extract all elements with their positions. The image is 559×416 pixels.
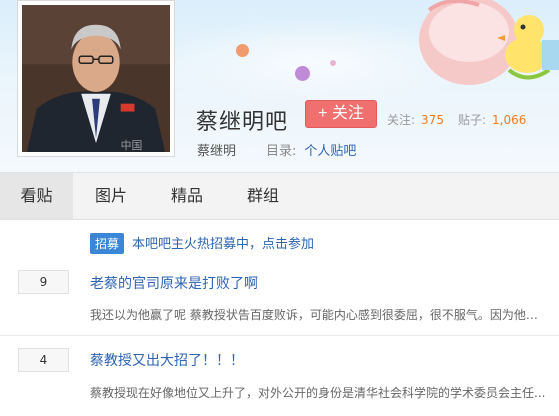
forum-stats: 关注: 375 贴子: 1,066 (387, 111, 540, 128)
thread-title[interactable]: 老蔡的官司原来是打败了啊 (90, 273, 258, 293)
directory-link[interactable]: 个人贴吧 (304, 144, 356, 159)
thread-divider (0, 335, 559, 336)
directory-label: 目录: (266, 144, 297, 159)
tab-groups[interactable]: 群组 (232, 173, 294, 219)
forum-nav: 看贴 图片 精品 群组 (0, 172, 559, 220)
banner-cartoon-icon (419, 0, 559, 85)
avatar-watermark: 中国 (121, 139, 143, 152)
forum-avatar[interactable]: 中国 (17, 0, 175, 157)
portrait-icon: 中国 (22, 5, 170, 152)
tab-images[interactable]: 图片 (80, 173, 142, 219)
forum-title: 蔡继明吧 (196, 110, 289, 135)
tab-featured[interactable]: 精品 (156, 173, 218, 219)
reply-count-badge: 4 (18, 348, 69, 372)
thread-abstract: 我还以为他赢了呢 蔡教授状告百度败诉，可能内心感到很委屈，很不服气。因为他遭..… (90, 308, 546, 322)
owner-name: 蔡继明 (197, 144, 237, 159)
followers-label: 关注: (387, 113, 416, 127)
posts-label: 贴子: (457, 113, 486, 127)
banner-orange-dot (236, 44, 249, 57)
thread-abstract: 蔡教授现在好像地位又上升了，对外公开的身份是清华社会科学院的学术委员会主任... (90, 386, 546, 400)
followers-count: 375 (421, 113, 444, 127)
avatar-photo: 中国 (22, 5, 170, 152)
posts-count: 1,066 (492, 113, 527, 127)
banner-pink-dot (330, 60, 336, 66)
banner-purple-dot (295, 66, 310, 81)
recruit-link[interactable]: 本吧吧主火热招募中，点击参加 (132, 237, 314, 252)
tab-posts[interactable]: 看贴 (0, 173, 73, 219)
follow-button[interactable]: + 关注 (305, 100, 377, 128)
thread-title[interactable]: 蔡教授又出大招了！！！ (90, 350, 244, 370)
forum-page: 中国 蔡继明吧 + 关注 关注: 375 贴子: 1,066 蔡继明 目录: 个人贴吧 看… (0, 0, 559, 416)
reply-count-badge: 9 (18, 270, 69, 294)
recruit-tag: 招募 (90, 233, 125, 254)
forum-subtitle: 蔡继明 目录: 个人贴吧 (197, 140, 356, 159)
recruit-notice[interactable]: 招募 本吧吧主火热招募中，点击参加 (90, 233, 314, 254)
